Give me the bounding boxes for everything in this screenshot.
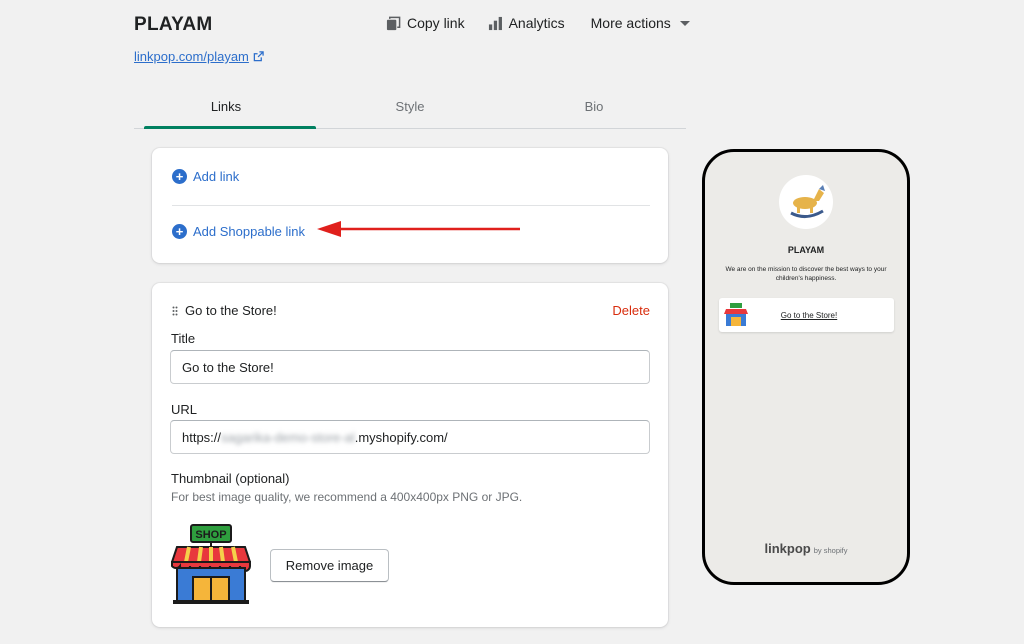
plus-circle-icon: + [172, 169, 187, 184]
bar-chart-icon [488, 16, 502, 30]
add-links-card: + Add link + Add Shoppable link [152, 148, 668, 263]
tab-bio[interactable]: Bio [502, 88, 686, 128]
phone-preview: PLAYAM We are on the mission to discover… [702, 149, 910, 585]
avatar [779, 175, 833, 229]
url-suffix: .myshopify.com/ [354, 429, 448, 445]
shop-storefront-mini-icon [724, 303, 748, 326]
rocking-horse-logo [790, 185, 825, 218]
url-input[interactable]: https://sagarika-demo-store-al .myshopify… [170, 420, 650, 454]
preview-footer: linkpop by shopify [705, 540, 907, 558]
shop-sign-text: SHOP [195, 529, 226, 541]
preview-bio: We are on the mission to discover the be… [725, 266, 887, 282]
more-actions-button[interactable]: More actions [591, 15, 690, 31]
drag-handle-icon[interactable] [172, 306, 178, 316]
tab-style[interactable]: Style [318, 88, 502, 128]
tab-bar: Links Style Bio [134, 88, 686, 129]
page-url-link[interactable]: linkpop.com/playam [134, 49, 264, 64]
page-title: PLAYAM [134, 14, 213, 35]
add-shoppable-link-button[interactable]: + Add Shoppable link [172, 224, 305, 239]
link-card-heading: Go to the Store! [185, 303, 277, 318]
annotation-arrow [317, 221, 520, 237]
preview-link-button[interactable]: Go to the Store! [719, 298, 894, 332]
linkpop-logo: linkpop [764, 541, 811, 556]
title-label: Title [171, 331, 196, 346]
more-actions-label: More actions [590, 15, 671, 31]
add-link-label: Add link [193, 169, 240, 184]
title-input[interactable]: Go to the Store! [170, 350, 650, 384]
copy-link-button[interactable]: Copy link [386, 15, 465, 31]
copy-icon [386, 16, 401, 30]
plus-circle-icon: + [172, 224, 187, 239]
title-input-value: Go to the Store! [182, 359, 274, 375]
add-shoppable-link-label: Add Shoppable link [193, 224, 306, 239]
preview-link-label: Go to the Store! [780, 310, 838, 320]
analytics-label: Analytics [508, 15, 565, 31]
analytics-button[interactable]: Analytics [488, 15, 565, 31]
external-link-icon [253, 51, 264, 62]
tab-links[interactable]: Links [134, 88, 318, 129]
link-editor-card: Go to the Store! Delete Title Go to the … [152, 283, 668, 627]
url-blurred-segment: sagarika-demo-store-al [221, 429, 355, 445]
shop-storefront-thumbnail: SHOP [171, 524, 251, 604]
caret-down-icon [679, 20, 690, 26]
thumbnail-label: Thumbnail (optional) [171, 471, 290, 486]
url-label: URL [171, 402, 198, 417]
remove-image-button[interactable]: Remove image [270, 549, 389, 582]
url-prefix: https:// [182, 429, 222, 445]
page-url-text: linkpop.com/playam [134, 49, 249, 64]
by-shopify-text: by shopify [813, 546, 848, 555]
thumbnail-help-text: For best image quality, we recommend a 4… [171, 490, 523, 504]
preview-name: PLAYAM [787, 245, 825, 255]
add-link-button[interactable]: + Add link [172, 169, 239, 184]
delete-button[interactable]: Delete [612, 303, 650, 318]
copy-link-label: Copy link [407, 15, 465, 31]
header-actions: Copy link Analytics More actions [386, 15, 690, 31]
divider [172, 205, 650, 206]
